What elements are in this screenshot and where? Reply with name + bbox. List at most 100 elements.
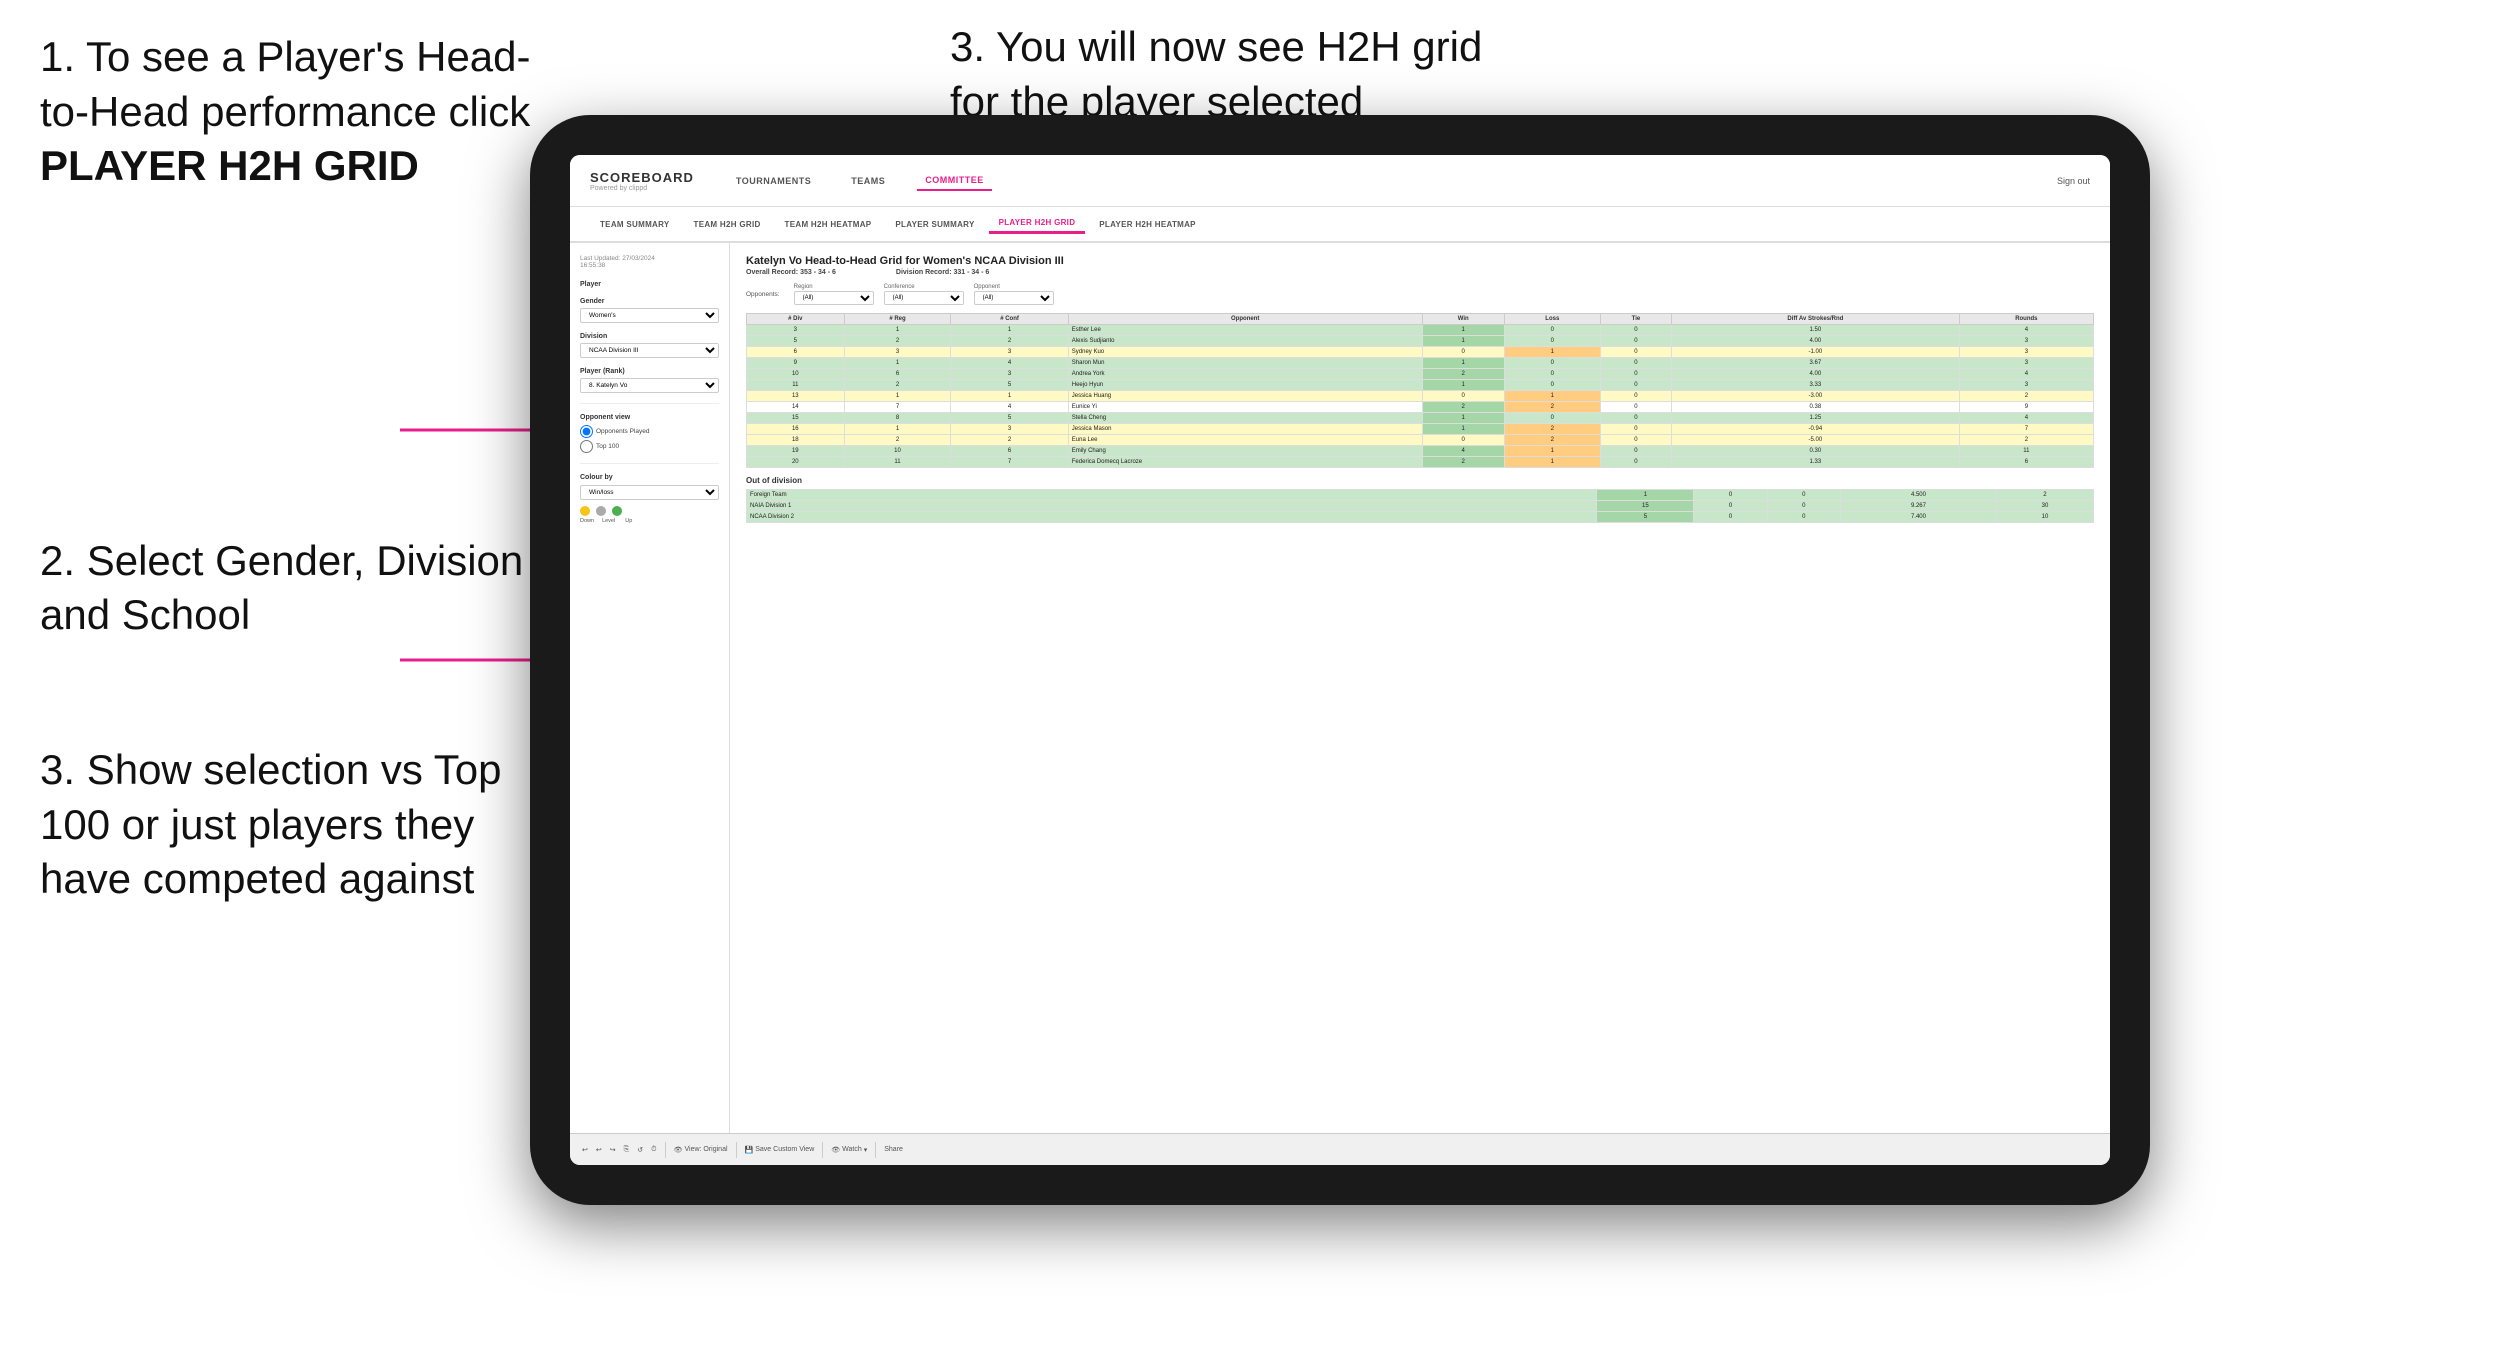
division-record: Division Record: 331 - 34 - 6 — [896, 269, 989, 276]
radio-opponents-label: Opponents Played — [596, 428, 649, 435]
table-row: 13 1 1 Jessica Huang 0 1 0 -3.00 2 — [747, 391, 2094, 402]
subnav-player-summary[interactable]: PLAYER SUMMARY — [885, 216, 984, 233]
nav-tournaments[interactable]: TOURNAMENTS — [728, 172, 819, 190]
subnav-player-h2h-grid[interactable]: PLAYER H2H GRID — [989, 214, 1086, 234]
tablet-screen: SCOREBOARD Powered by clippd TOURNAMENTS… — [570, 155, 2110, 1165]
division-select[interactable]: NCAA Division III — [580, 343, 719, 358]
out-of-division-table: Foreign Team 1 0 0 4.500 2 NAIA Division… — [746, 489, 2094, 523]
bottom-toolbar: ↩ ↩ ↪ ⎘ ↺ ⏱ 👁 View: Original 💾 Save Cust… — [570, 1133, 2110, 1165]
th-rounds: Rounds — [1959, 314, 2093, 325]
filter-opponent: Opponent (All) — [974, 284, 1054, 305]
instruction-3-text: 3. Show selection vs Top 100 or just pla… — [40, 743, 540, 907]
sidebar: Last Updated: 27/03/2024 16:55:38 Player… — [570, 243, 730, 1133]
toolbar-div3 — [822, 1142, 823, 1158]
th-opponent: Opponent — [1068, 314, 1422, 325]
opponent-label: Opponent — [974, 284, 1054, 290]
opponent-select[interactable]: (All) — [974, 291, 1054, 305]
radio-opponents-played[interactable]: Opponents Played — [580, 425, 719, 438]
instruction-1-text: 1. To see a Player's Head-to-Head perfor… — [40, 30, 540, 194]
main-title: Katelyn Vo Head-to-Head Grid for Women's… — [746, 255, 2094, 267]
nav-committee[interactable]: COMMITTEE — [917, 171, 992, 191]
table-row: 16 1 3 Jessica Mason 1 2 0 -0.94 7 — [747, 424, 2094, 435]
th-tie: Tie — [1600, 314, 1671, 325]
opponent-view-section: Opponent view Opponents Played Top 100 — [580, 414, 719, 453]
table-row: 5 2 2 Alexis Sudjianto 1 0 0 4.00 3 — [747, 336, 2094, 347]
table-row: 18 2 2 Euna Lee 0 2 0 -5.00 2 — [747, 435, 2094, 446]
subnav-team-summary[interactable]: TEAM SUMMARY — [590, 216, 680, 233]
filter-row: Opponents: Region (All) Conference (All) — [746, 284, 2094, 305]
th-win: Win — [1422, 314, 1504, 325]
table-row: 10 6 3 Andrea York 2 0 0 4.00 4 — [747, 369, 2094, 380]
sign-out[interactable]: Sign out — [2057, 176, 2090, 186]
refresh-btn[interactable]: ↺ — [637, 1146, 643, 1154]
player-rank-section: Player (Rank) 8. Katelyn Vo — [580, 368, 719, 393]
table-row: 19 10 6 Emily Chang 4 1 0 0.30 11 — [747, 446, 2094, 457]
tablet: SCOREBOARD Powered by clippd TOURNAMENTS… — [530, 115, 2150, 1205]
sidebar-divider-2 — [580, 463, 719, 464]
view-original-btn[interactable]: 👁 View: Original — [674, 1146, 728, 1154]
navbar: SCOREBOARD Powered by clippd TOURNAMENTS… — [570, 155, 2110, 207]
clock-btn[interactable]: ⏱ — [651, 1146, 656, 1154]
records-row: Overall Record: 353 - 34 - 6 Division Re… — [746, 269, 2094, 276]
division-section: Division NCAA Division III — [580, 333, 719, 358]
table-header-row: # Div # Reg # Conf Opponent Win Loss Tie… — [747, 314, 2094, 325]
conference-label: Conference — [884, 284, 964, 290]
undo-btn[interactable]: ↩ — [582, 1146, 588, 1154]
instruction-3: 3. Show selection vs Top 100 or just pla… — [40, 743, 540, 907]
content-area: Last Updated: 27/03/2024 16:55:38 Player… — [570, 243, 2110, 1133]
gender-label: Gender — [580, 298, 719, 305]
th-diff: Diff Av Strokes/Rnd — [1672, 314, 1960, 325]
subnav-team-h2h-grid[interactable]: TEAM H2H GRID — [684, 216, 771, 233]
player-rank-label: Player (Rank) — [580, 368, 719, 375]
th-reg: # Reg — [844, 314, 951, 325]
gender-select[interactable]: Women's — [580, 308, 719, 323]
instruction-2-text: 2. Select Gender, Division and School — [40, 534, 540, 643]
subnav-team-h2h-heatmap[interactable]: TEAM H2H HEATMAP — [775, 216, 882, 233]
last-updated: Last Updated: 27/03/2024 16:55:38 — [580, 255, 719, 269]
watch-icon: 👁 — [831, 1146, 840, 1154]
division-label: Division — [580, 333, 719, 340]
th-loss: Loss — [1504, 314, 1600, 325]
colour-by-select[interactable]: Win/loss — [580, 485, 719, 500]
radio-top100-label: Top 100 — [596, 443, 619, 450]
colour-down: Down — [580, 518, 594, 524]
main-table: # Div # Reg # Conf Opponent Win Loss Tie… — [746, 313, 2094, 468]
table-row: 11 2 5 Heejo Hyun 1 0 0 3.33 3 — [747, 380, 2094, 391]
region-select[interactable]: (All) — [794, 291, 874, 305]
logo-sub: Powered by clippd — [590, 185, 694, 192]
nav-teams[interactable]: TEAMS — [843, 172, 893, 190]
logo-text: SCOREBOARD — [590, 170, 694, 185]
redo-btn[interactable]: ↪ — [610, 1146, 616, 1154]
player-rank-select[interactable]: 8. Katelyn Vo — [580, 378, 719, 393]
gender-section: Gender Women's — [580, 298, 719, 323]
share-btn[interactable]: Share — [884, 1146, 903, 1153]
region-label: Region — [794, 284, 874, 290]
colour-section: Colour by Win/loss Down Level — [580, 474, 719, 524]
dot-green — [612, 506, 622, 516]
instruction-1: 1. To see a Player's Head-to-Head perfor… — [40, 30, 540, 194]
filter-section: Opponents: Region (All) Conference (All) — [746, 284, 2094, 305]
conference-select[interactable]: (All) — [884, 291, 964, 305]
opponents-label: Opponents: — [746, 291, 780, 298]
watch-btn[interactable]: 👁 Watch ▾ — [831, 1146, 867, 1154]
undo-btn2[interactable]: ↩ — [596, 1146, 602, 1154]
out-div-row: NAIA Division 1 15 0 0 9.267 30 — [747, 501, 2094, 512]
toolbar-div4 — [875, 1142, 876, 1158]
sidebar-divider — [580, 403, 719, 404]
table-row: 14 7 4 Eunice Yi 2 2 0 0.38 9 — [747, 402, 2094, 413]
colour-by-label: Colour by — [580, 474, 719, 481]
colour-dots — [580, 506, 719, 516]
subnav-player-h2h-heatmap[interactable]: PLAYER H2H HEATMAP — [1089, 216, 1206, 233]
player-section: Player — [580, 281, 719, 288]
main-data: Katelyn Vo Head-to-Head Grid for Women's… — [730, 243, 2110, 1133]
table-row: 15 8 5 Stella Cheng 1 0 0 1.25 4 — [747, 413, 2094, 424]
instructions-left: 1. To see a Player's Head-to-Head perfor… — [0, 0, 580, 957]
radio-top100[interactable]: Top 100 — [580, 440, 719, 453]
copy-btn[interactable]: ⎘ — [624, 1146, 630, 1154]
save-custom-btn[interactable]: 💾 Save Custom View — [745, 1146, 815, 1154]
dot-yellow — [580, 506, 590, 516]
dot-gray — [596, 506, 606, 516]
colour-level: Level — [602, 518, 615, 524]
table-row: 20 11 7 Federica Domecq Lacroze 2 1 0 1.… — [747, 457, 2094, 468]
out-div-row: Foreign Team 1 0 0 4.500 2 — [747, 490, 2094, 501]
